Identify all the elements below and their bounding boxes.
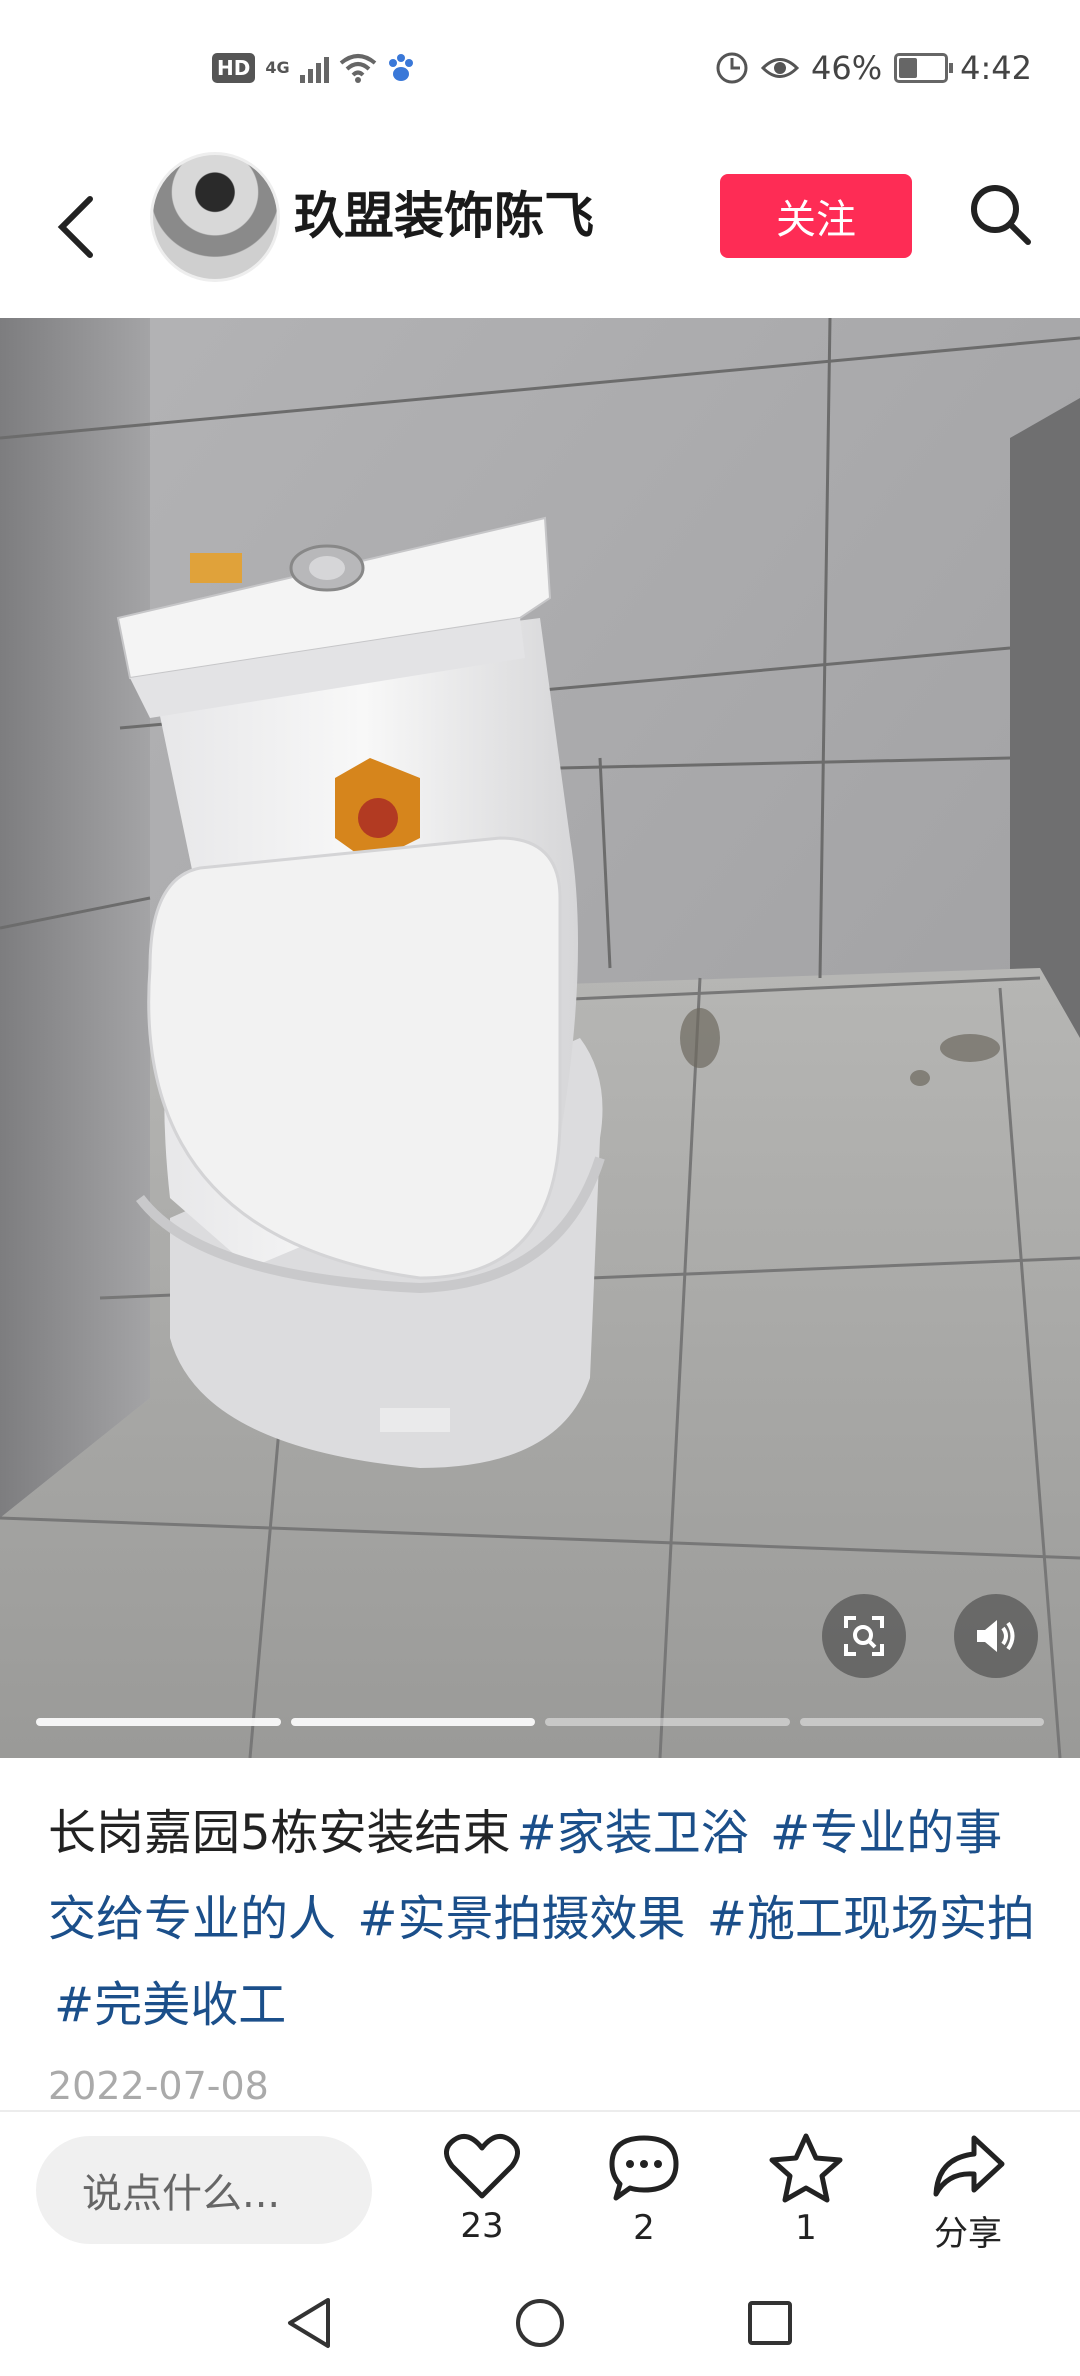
battery-icon — [894, 53, 954, 83]
comment-count: 2 — [633, 2208, 655, 2248]
toilet-photo — [0, 318, 1080, 1758]
hashtag[interactable]: #实景拍摄效果 — [357, 1891, 685, 1947]
page-indicator — [36, 1718, 1044, 1726]
data-saver-icon — [716, 52, 748, 84]
post-photo[interactable] — [0, 318, 1080, 1758]
post-date: 2022-07-08 — [48, 2064, 269, 2108]
status-bar: HD 4G 46% 4:42 — [0, 0, 1080, 136]
page-dot — [545, 1718, 790, 1726]
share-arrow-icon — [933, 2135, 1005, 2197]
page-dot — [290, 1718, 535, 1726]
favorite-button[interactable]: 1 — [746, 2132, 866, 2248]
sound-button[interactable] — [954, 1594, 1038, 1678]
search-icon — [971, 185, 1031, 245]
star-icon — [769, 2133, 843, 2203]
nav-back-button[interactable] — [274, 2288, 344, 2358]
scan-icon — [844, 1616, 884, 1656]
status-right: 46% 4:42 — [715, 44, 1032, 92]
hashtag[interactable]: #家装卫浴 — [517, 1805, 749, 1861]
chevron-left-icon — [57, 196, 93, 258]
nav-recents-button[interactable] — [735, 2288, 805, 2358]
share-label: 分享 — [934, 2214, 1002, 2254]
share-button[interactable]: 分享 — [908, 2132, 1028, 2255]
nav-home-button[interactable] — [505, 2288, 575, 2358]
network-type: 4G — [265, 58, 290, 77]
paw-icon — [388, 54, 413, 81]
post-caption: 长岗嘉园5栋安装结束 #家装卫浴 #专业的事交给专业的人 #实景拍摄效果 #施工现… — [48, 1790, 1038, 2048]
author-name[interactable]: 玖盟装饰陈飞 — [294, 176, 594, 248]
signal-icon — [299, 53, 329, 83]
wifi-icon — [339, 54, 376, 83]
clock: 4:42 — [960, 49, 1032, 87]
follow-button[interactable]: 关注 — [720, 174, 912, 258]
action-bar: 说点什么... 23 2 1 分享 — [0, 2110, 1080, 2272]
speaker-icon — [977, 1620, 1015, 1652]
system-nav-bar — [0, 2270, 1080, 2376]
comment-bubble-icon — [609, 2135, 679, 2201]
scan-button[interactable] — [822, 1594, 906, 1678]
page-dot — [36, 1718, 281, 1726]
favorite-count: 1 — [795, 2208, 817, 2248]
status-left: HD 4G — [212, 48, 415, 88]
top-bar: 玖盟装饰陈飞 关注 — [0, 140, 1080, 320]
comment-input[interactable]: 说点什么... — [36, 2136, 372, 2244]
battery-percent: 46% — [811, 49, 883, 87]
page-dot — [799, 1718, 1044, 1726]
circle-home-icon — [516, 2299, 564, 2347]
caption-text: 长岗嘉园5栋安装结束 — [48, 1805, 511, 1861]
triangle-back-icon — [288, 2298, 330, 2348]
eye-icon — [761, 58, 800, 78]
hashtag[interactable]: #施工现场实拍 — [707, 1891, 1035, 1947]
heart-icon — [444, 2133, 520, 2199]
hd-badge: HD — [212, 53, 256, 83]
back-button[interactable] — [46, 182, 106, 272]
avatar[interactable] — [150, 152, 280, 282]
comment-button[interactable]: 2 — [584, 2132, 704, 2248]
hashtag[interactable]: #完美收工 — [54, 1977, 286, 2033]
square-recents-icon — [748, 2301, 792, 2345]
like-button[interactable]: 23 — [422, 2132, 542, 2246]
search-button[interactable] — [960, 174, 1040, 254]
like-count: 23 — [460, 2206, 504, 2246]
